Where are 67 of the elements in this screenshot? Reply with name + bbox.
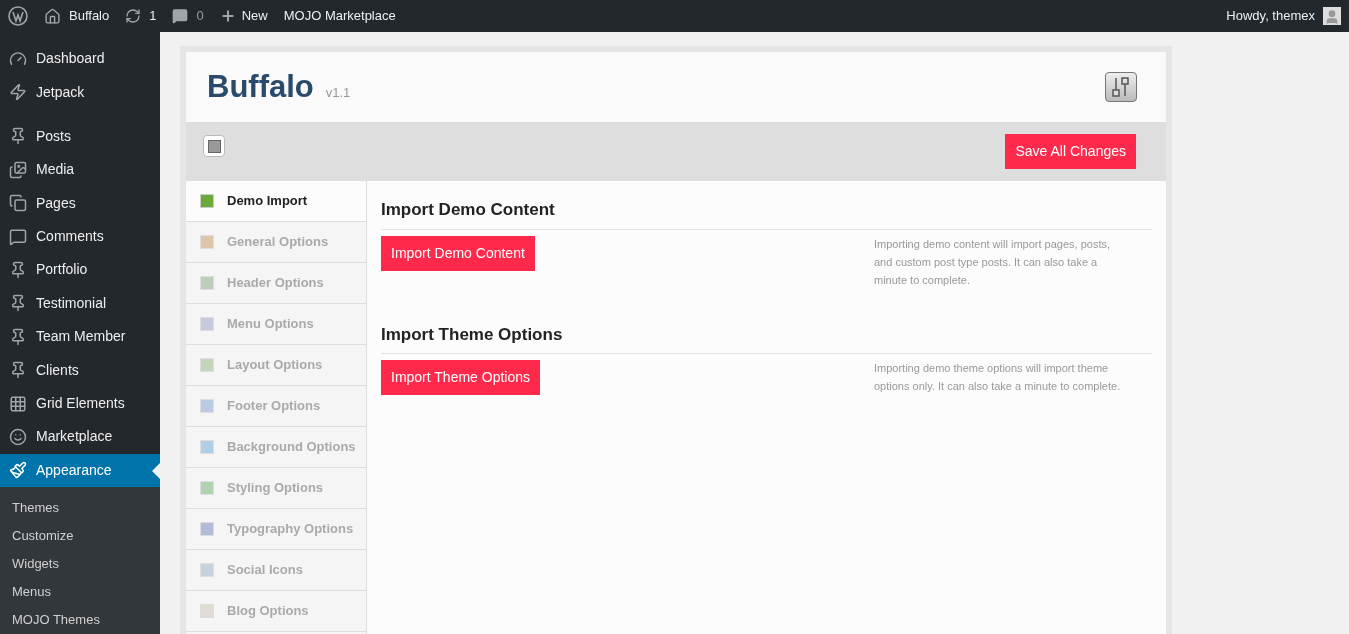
sidebar-item[interactable]: Appearance bbox=[0, 453, 160, 488]
submenu-item[interactable]: Widgets bbox=[0, 550, 160, 579]
sidebar-item[interactable]: Marketplace bbox=[0, 420, 160, 454]
grid-icon bbox=[9, 394, 27, 413]
sidebar-item[interactable]: Comments bbox=[0, 219, 160, 254]
submenu-item[interactable]: Customize bbox=[0, 522, 160, 551]
sidebar-item[interactable]: Clients bbox=[0, 353, 160, 387]
greeting-link[interactable]: Howdy, themex bbox=[1226, 6, 1315, 26]
pin-icon bbox=[9, 127, 27, 146]
pin-icon bbox=[9, 327, 27, 346]
selection-pointer-icon bbox=[152, 462, 160, 479]
layout-toggle-button[interactable] bbox=[203, 135, 225, 157]
marketplace-link[interactable]: MOJO Marketplace bbox=[283, 6, 396, 26]
tab-icon bbox=[200, 317, 214, 331]
section-heading: Import Theme Options bbox=[381, 321, 1152, 354]
comment-icon bbox=[9, 227, 27, 246]
comment-icon[interactable] bbox=[172, 8, 189, 24]
import-button[interactable]: Import Demo Content bbox=[381, 235, 535, 271]
submenu-item[interactable]: Themes bbox=[0, 494, 160, 523]
tab-icon bbox=[200, 481, 214, 495]
panel-title: Buffalo bbox=[207, 67, 314, 106]
sidebar-item[interactable]: Team Member bbox=[0, 320, 160, 354]
section-description: Importing demo theme options will import theme options only. It can also take a minute to complete. bbox=[874, 361, 1122, 394]
square-icon bbox=[207, 139, 221, 153]
sidebar-item[interactable]: Jetpack bbox=[0, 75, 160, 109]
tab-icon bbox=[200, 235, 214, 249]
sidebar-item[interactable]: Media bbox=[0, 153, 160, 187]
tab-icon bbox=[200, 194, 214, 208]
sidebar-item[interactable]: Dashboard bbox=[0, 42, 160, 76]
version-label: v1.1 bbox=[325, 84, 351, 103]
sliders-icon bbox=[1111, 76, 1131, 98]
sidebar-item[interactable]: Portfolio bbox=[0, 253, 160, 287]
site-name-link[interactable]: Buffalo bbox=[69, 6, 110, 26]
submenu-item[interactable]: MOJO Themes bbox=[0, 606, 160, 634]
plus-icon[interactable] bbox=[219, 8, 236, 24]
pages-icon bbox=[9, 194, 27, 213]
new-link[interactable]: New bbox=[241, 6, 268, 26]
tab-icon bbox=[200, 440, 214, 454]
refresh-icon[interactable] bbox=[125, 8, 142, 24]
pin-icon bbox=[9, 361, 27, 380]
update-count[interactable]: 1 bbox=[149, 6, 157, 26]
submenu-item[interactable]: Menus bbox=[0, 578, 160, 607]
pin-icon bbox=[9, 260, 27, 279]
tab-icon bbox=[200, 276, 214, 290]
paintbrush-icon bbox=[9, 461, 27, 480]
media-icon bbox=[9, 160, 27, 179]
home-icon[interactable] bbox=[44, 7, 61, 25]
tab-icon bbox=[200, 399, 214, 413]
tab-icon bbox=[200, 358, 214, 372]
tab-icon bbox=[200, 522, 214, 536]
sidebar-item[interactable]: Posts bbox=[0, 119, 160, 154]
save-all-changes-button[interactable]: Save All Changes bbox=[1005, 134, 1136, 169]
wordpress-logo-icon[interactable] bbox=[8, 6, 28, 26]
tab-icon bbox=[200, 604, 214, 618]
tab-icon bbox=[200, 563, 214, 577]
lightning-icon bbox=[9, 83, 27, 102]
sidebar-item[interactable]: Testimonial bbox=[0, 286, 160, 321]
dashboard-gauge-icon bbox=[9, 49, 27, 68]
options-tab[interactable]: Demo Import bbox=[186, 181, 366, 222]
sidebar-item[interactable]: Pages bbox=[0, 186, 160, 220]
sidebar-item[interactable]: Grid Elements bbox=[0, 386, 160, 421]
import-button[interactable]: Import Theme Options bbox=[381, 360, 541, 395]
comment-count[interactable]: 0 bbox=[196, 6, 204, 26]
section-heading: Import Demo Content bbox=[381, 197, 1152, 230]
pin-icon bbox=[9, 294, 27, 313]
section-description: Importing demo content will import pages, posts, and custom post type posts. It can also take a minute to complete. bbox=[874, 236, 1111, 288]
settings-sliders-button[interactable] bbox=[1105, 72, 1137, 102]
